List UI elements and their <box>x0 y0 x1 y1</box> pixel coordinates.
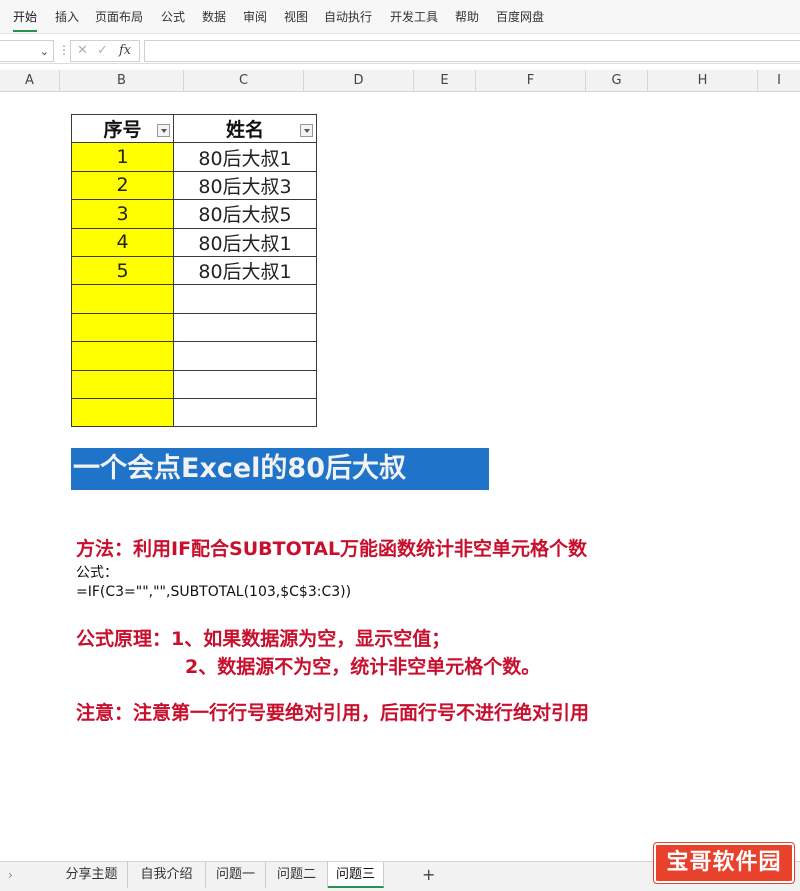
more-dots-icon[interactable]: ⋮ <box>58 43 70 57</box>
name-cell[interactable]: 80后大叔1 <box>173 227 317 257</box>
formula-label: 公式： <box>76 565 118 581</box>
seq-cell[interactable] <box>71 341 174 371</box>
formula-input[interactable] <box>144 40 800 62</box>
sheet-tab-self-intro[interactable]: 自我介绍 <box>128 862 206 888</box>
seq-cell[interactable]: 5 <box>71 255 174 286</box>
menu-insert[interactable]: 插入 <box>55 9 79 25</box>
name-cell[interactable]: 80后大叔5 <box>173 199 317 229</box>
table-row <box>71 312 317 343</box>
name-box[interactable]: ⌄ <box>0 40 54 62</box>
sheet-tab-share-topic[interactable]: 分享主题 <box>56 862 128 888</box>
insert-function-icon[interactable]: fx <box>119 43 131 58</box>
sheet-tab-question-3[interactable]: 问题三 <box>328 862 384 888</box>
table-row: 4 80后大叔1 <box>71 227 317 257</box>
filter-dropdown-icon[interactable] <box>157 124 170 137</box>
cancel-icon[interactable]: ✕ <box>77 43 88 58</box>
formula-bar: ⌄ ⋮ ✕ ✓ fx <box>0 38 800 64</box>
table-row <box>71 369 317 399</box>
header-label-seq: 序号 <box>103 119 142 142</box>
confirm-icon[interactable]: ✓ <box>97 43 108 58</box>
seq-cell[interactable]: 2 <box>71 170 174 201</box>
name-cell[interactable] <box>173 284 317 314</box>
menu-automate[interactable]: 自动执行 <box>324 9 372 25</box>
seq-cell[interactable]: 1 <box>71 142 174 172</box>
sheet-tab-question-2[interactable]: 问题二 <box>266 862 328 888</box>
attention-note: 注意：注意第一行行号要绝对引用，后面行号不进行绝对引用 <box>76 702 590 724</box>
table-row: 3 80后大叔5 <box>71 199 317 229</box>
column-header-a[interactable]: A <box>0 70 60 92</box>
principle-note-2: 2、数据源不为空，统计非空单元格个数。 <box>185 656 541 678</box>
table-row <box>71 341 317 371</box>
name-cell[interactable]: 80后大叔1 <box>173 142 317 172</box>
column-header-c[interactable]: C <box>184 70 304 92</box>
name-cell[interactable] <box>173 397 317 428</box>
name-cell[interactable] <box>173 369 317 399</box>
principle-note-1: 公式原理：1、如果数据源为空，显示空值； <box>76 628 451 650</box>
menu-developer[interactable]: 开发工具 <box>390 9 438 25</box>
table-header-row: 序号 姓名 <box>71 113 317 144</box>
data-table: 序号 姓名 1 80后大叔1 2 80后大叔3 3 80后大叔5 4 80后大叔1 58… <box>71 113 317 428</box>
chevron-right-icon[interactable]: › <box>8 868 13 882</box>
column-header-h[interactable]: H <box>648 70 758 92</box>
menu-review[interactable]: 审阅 <box>243 9 267 25</box>
watermark-logo: 宝哥软件园 <box>654 843 794 883</box>
formula-text: =IF(C3="","",SUBTOTAL(103,$C$3:C3)) <box>76 584 352 600</box>
seq-cell[interactable] <box>71 369 174 399</box>
column-header-g[interactable]: G <box>586 70 648 92</box>
seq-cell[interactable]: 3 <box>71 199 174 229</box>
column-header-d[interactable]: D <box>304 70 414 92</box>
menu-view[interactable]: 视图 <box>284 9 308 25</box>
filter-dropdown-icon[interactable] <box>300 124 313 137</box>
menu-home[interactable]: 开始 <box>13 9 38 32</box>
column-header-e[interactable]: E <box>414 70 476 92</box>
menu-page-layout[interactable]: 页面布局 <box>95 9 143 25</box>
column-header-b[interactable]: B <box>60 70 184 92</box>
add-sheet-button[interactable]: + <box>422 865 435 884</box>
menu-data[interactable]: 数据 <box>202 9 226 25</box>
chevron-down-icon[interactable]: ⌄ <box>40 45 49 58</box>
title-banner: 一个会点Excel的80后大叔 <box>71 448 489 490</box>
column-header-row: A B C D E F G H I <box>0 70 800 92</box>
name-cell[interactable] <box>173 312 317 343</box>
method-note: 方法：利用IF配合SUBTOTAL万能函数统计非空单元格个数 <box>76 538 588 560</box>
menu-help[interactable]: 帮助 <box>455 9 479 25</box>
name-cell[interactable]: 80后大叔1 <box>173 255 317 286</box>
table-row: 2 80后大叔3 <box>71 170 317 201</box>
seq-cell[interactable] <box>71 284 174 314</box>
seq-cell[interactable] <box>71 397 174 428</box>
ribbon-menu-bar: 开始 插入 页面布局 公式 数据 审阅 视图 自动执行 开发工具 帮助 百度网盘 <box>0 0 800 34</box>
name-cell[interactable]: 80后大叔3 <box>173 170 317 201</box>
column-header-i[interactable]: I <box>758 70 800 92</box>
header-cell-seq[interactable]: 序号 <box>71 113 174 144</box>
formula-tools: ✕ ✓ fx <box>70 40 140 62</box>
header-cell-name[interactable]: 姓名 <box>173 113 317 144</box>
menu-baidu-netdisk[interactable]: 百度网盘 <box>496 9 544 25</box>
header-label-name: 姓名 <box>225 119 264 142</box>
column-header-f[interactable]: F <box>476 70 586 92</box>
table-row <box>71 397 317 428</box>
table-row <box>71 284 317 314</box>
seq-cell[interactable] <box>71 312 174 343</box>
name-cell[interactable] <box>173 341 317 371</box>
sheet-tab-question-1[interactable]: 问题一 <box>206 862 266 888</box>
table-row: 5 80后大叔1 <box>71 255 317 286</box>
seq-cell[interactable]: 4 <box>71 227 174 257</box>
menu-formulas[interactable]: 公式 <box>161 9 185 25</box>
table-row: 1 80后大叔1 <box>71 142 317 172</box>
